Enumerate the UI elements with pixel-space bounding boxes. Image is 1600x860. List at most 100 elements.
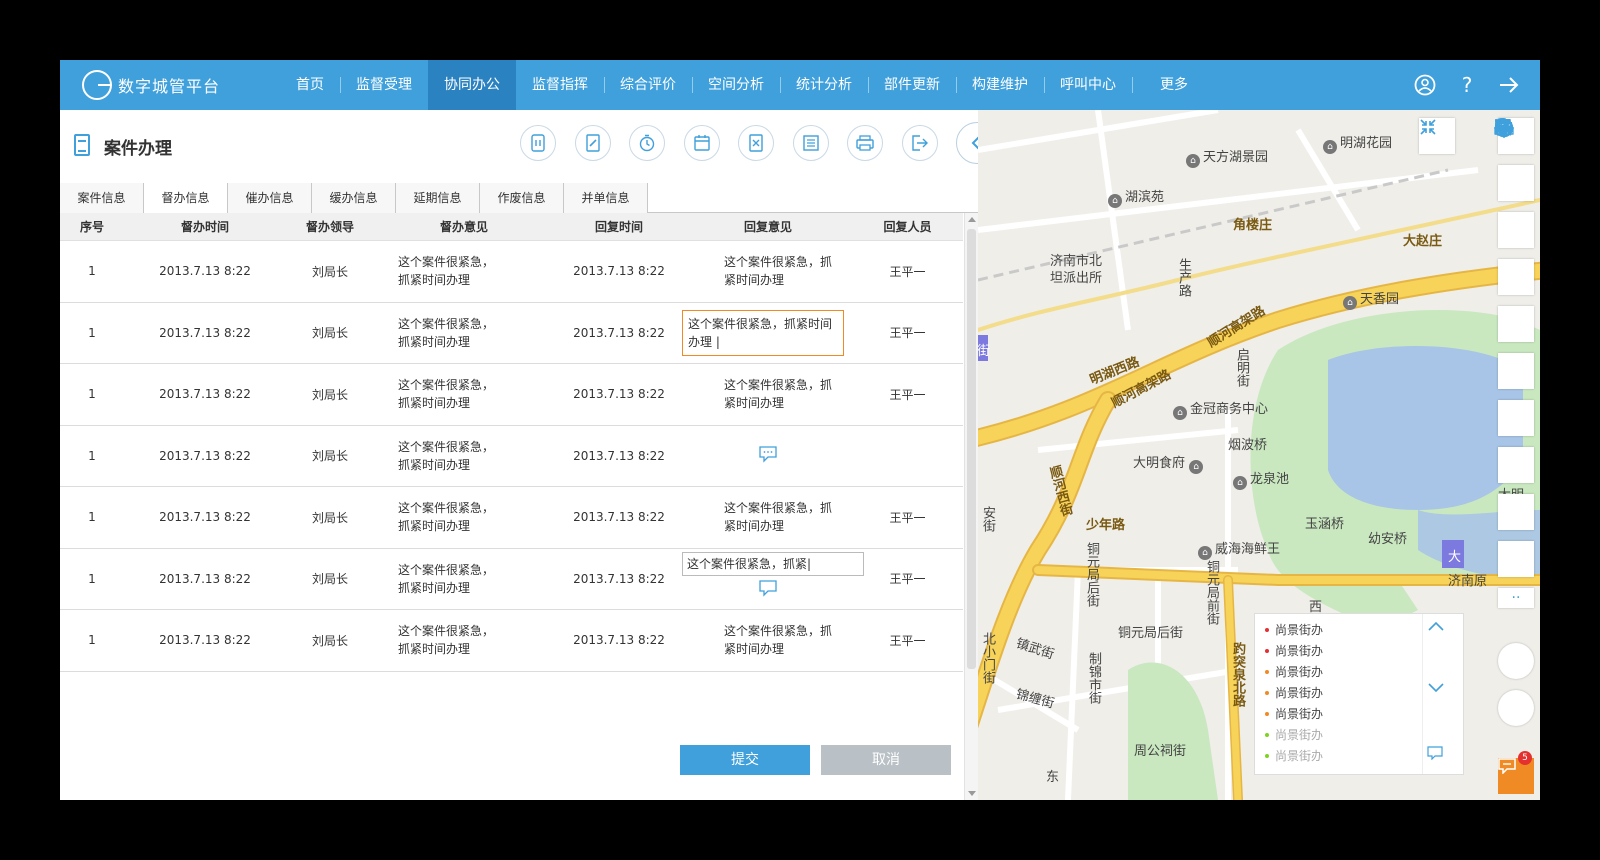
- nav-spatial-analysis[interactable]: 空间分析: [692, 60, 780, 110]
- tab-delay-info[interactable]: 缓办信息: [312, 183, 396, 213]
- pause-icon[interactable]: [520, 125, 556, 161]
- list-item[interactable]: 尚景街办: [1265, 746, 1323, 767]
- edit-icon[interactable]: [574, 125, 611, 161]
- list-icon[interactable]: [792, 125, 829, 161]
- print-icon[interactable]: [847, 125, 883, 161]
- tab-supervise-info[interactable]: 督办信息: [144, 183, 228, 214]
- message-icon[interactable]: [1427, 746, 1459, 770]
- measure-distance-icon[interactable]: [1494, 119, 1534, 389]
- nav-call-center[interactable]: 呼叫中心: [1044, 60, 1132, 110]
- list-item[interactable]: 尚景街办: [1265, 683, 1323, 704]
- shrink-map-icon[interactable]: [1419, 118, 1455, 154]
- table-row[interactable]: 1 2013.7.13 8:22 刘局长 这个案件很紧急，抓紧时间办理 2013…: [60, 303, 963, 364]
- logout-icon[interactable]: [1488, 60, 1530, 110]
- cell-reply: [684, 445, 852, 467]
- map-label: 东: [1046, 770, 1060, 785]
- chat-button[interactable]: 5: [1498, 751, 1534, 794]
- tab-urge-info[interactable]: 催办信息: [228, 183, 312, 213]
- map-label: 玉涵桥: [1305, 517, 1345, 532]
- app-title: 数字城管平台: [118, 77, 221, 96]
- calendar-icon[interactable]: [683, 125, 720, 161]
- table-row[interactable]: 1 2013.7.13 8:22 刘局长 这个案件很紧急，抓紧时间办理 2013…: [60, 364, 963, 426]
- pan-icon[interactable]: [1494, 118, 1534, 201]
- nav-home[interactable]: 首页: [280, 60, 340, 110]
- table-scrollbar[interactable]: [964, 213, 978, 800]
- comment-icon[interactable]: [758, 446, 778, 467]
- col-replier: 回复人员: [883, 220, 932, 234]
- tab-merge-info[interactable]: 并单信息: [564, 183, 648, 213]
- help-icon[interactable]: ?: [1446, 60, 1488, 110]
- map-label: 北小门街: [980, 632, 995, 684]
- col-leader: 督办领导: [305, 220, 354, 234]
- scroll-up-icon[interactable]: [968, 217, 976, 222]
- chevron-up-icon[interactable]: [1427, 620, 1459, 644]
- list-item[interactable]: 尚景街办: [1265, 620, 1323, 641]
- zoom-plus-icon[interactable]: [1494, 118, 1534, 679]
- map-label: 少年路: [1086, 518, 1126, 533]
- nav-statistics[interactable]: 统计分析: [780, 60, 868, 110]
- nav-supervision-accept[interactable]: 监督受理: [340, 60, 428, 110]
- submit-button[interactable]: 提交: [680, 745, 810, 775]
- close-file-icon[interactable]: [738, 125, 774, 161]
- reply-input[interactable]: 这个案件很紧急，抓紧|: [682, 551, 864, 576]
- logo[interactable]: 数字城管平台: [82, 69, 220, 101]
- status-dot: [1265, 691, 1269, 695]
- map-label: 周公祠街: [1134, 744, 1187, 759]
- cell-leader: 刘局长: [311, 264, 348, 279]
- table-row[interactable]: 1 2013.7.13 8:22 刘局长 这个案件很紧急，抓紧时间办理 2013…: [60, 549, 963, 610]
- nav-component-update[interactable]: 部件更新: [868, 60, 956, 110]
- info-tabs: 案件信息 督办信息 催办信息 缓办信息 延期信息 作废信息 并单信息: [60, 183, 978, 214]
- nav-more[interactable]: 更多: [1132, 60, 1216, 110]
- col-no: 序号: [79, 220, 104, 234]
- cell-reply: 这个案件很紧急，抓紧时间办理: [724, 378, 833, 411]
- table-row[interactable]: 1 2013.7.13 8:22 刘局长 这个案件很紧急，抓紧时间办理 2013…: [60, 241, 963, 303]
- list-item[interactable]: 尚景街办: [1265, 725, 1323, 746]
- cell-opinion: 这个案件很紧急，抓紧时间办理: [398, 562, 495, 595]
- cell-reply: 这个案件很紧急，抓紧时间办理: [724, 624, 833, 657]
- list-item[interactable]: 尚景街办: [1265, 662, 1323, 683]
- tab-case-info[interactable]: 案件信息: [60, 183, 144, 213]
- reply-textarea[interactable]: 这个案件很紧急，抓紧时间办理 |: [682, 309, 844, 356]
- cancel-button[interactable]: 取消: [821, 745, 951, 775]
- zoom-out-icon[interactable]: [1495, 119, 1534, 530]
- map-label: 济南原: [1448, 574, 1488, 589]
- zoom-in-icon[interactable]: [1495, 119, 1534, 483]
- tab-extension-info[interactable]: 延期信息: [396, 183, 480, 213]
- trash-icon[interactable]: [1495, 118, 1534, 295]
- nav-collab-office[interactable]: 协同办公: [428, 60, 516, 110]
- location-pin-icon[interactable]: [1495, 118, 1534, 342]
- list-item[interactable]: 尚景街办: [1265, 641, 1323, 662]
- list-item[interactable]: 尚景街办: [1265, 704, 1323, 725]
- chevron-down-icon[interactable]: [1427, 682, 1459, 706]
- nav-build-maintain[interactable]: 构建维护: [956, 60, 1044, 110]
- scroll-down-icon[interactable]: [968, 791, 976, 796]
- chat-badge: 5: [1518, 751, 1532, 765]
- notification-panel: 尚景街办 尚景街办 尚景街办 尚景街办 尚景街办 尚景街办 尚景街办: [1254, 613, 1464, 775]
- status-dot: [1265, 754, 1269, 758]
- cell-opinion: 这个案件很紧急，抓紧时间办理: [398, 378, 495, 411]
- exit-icon[interactable]: [901, 125, 938, 161]
- status-dot: [1265, 628, 1269, 632]
- refresh-icon[interactable]: [1496, 118, 1534, 248]
- status-dot: [1265, 733, 1269, 737]
- map-view[interactable]: ⌂ 天方湖景园 ⌂ 明湖花园 ⌂ 湖滨苑 角楼庄 大赵庄 济南市北 坦派出所 生产路 …: [978, 110, 1540, 800]
- comment-icon[interactable]: [758, 579, 778, 601]
- nav-evaluation[interactable]: 综合评价: [604, 60, 692, 110]
- status-dot: [1265, 712, 1269, 716]
- table-row[interactable]: 1 2013.7.13 8:22 刘局长 这个案件很紧急，抓紧时间办理 2013…: [60, 487, 963, 549]
- timer-icon[interactable]: [629, 125, 665, 161]
- cell-reply-time: 2013.7.13 8:22: [573, 387, 665, 402]
- user-icon[interactable]: [1404, 60, 1446, 110]
- table-row[interactable]: 1 2013.7.13 8:22 刘局长 这个案件很紧急，抓紧时间办理 2013…: [60, 610, 963, 672]
- measure-area-icon[interactable]: S: [1495, 119, 1534, 436]
- cell-time: 2013.7.13 8:22: [159, 633, 251, 648]
- nav-supervision-command[interactable]: 监督指挥: [516, 60, 604, 110]
- table-row[interactable]: 1 2013.7.13 8:22 刘局长 这个案件很紧急，抓紧时间办理 2013…: [60, 426, 963, 487]
- logo-icon: [82, 70, 112, 100]
- tab-void-info[interactable]: 作废信息: [480, 183, 564, 213]
- layers-icon[interactable]: [1496, 119, 1534, 577]
- cell-time: 2013.7.13 8:22: [159, 571, 251, 586]
- more-tools-icon[interactable]: ··: [1498, 588, 1534, 608]
- scroll-thumb[interactable]: [967, 229, 976, 669]
- zoom-minus-icon[interactable]: [1494, 118, 1534, 726]
